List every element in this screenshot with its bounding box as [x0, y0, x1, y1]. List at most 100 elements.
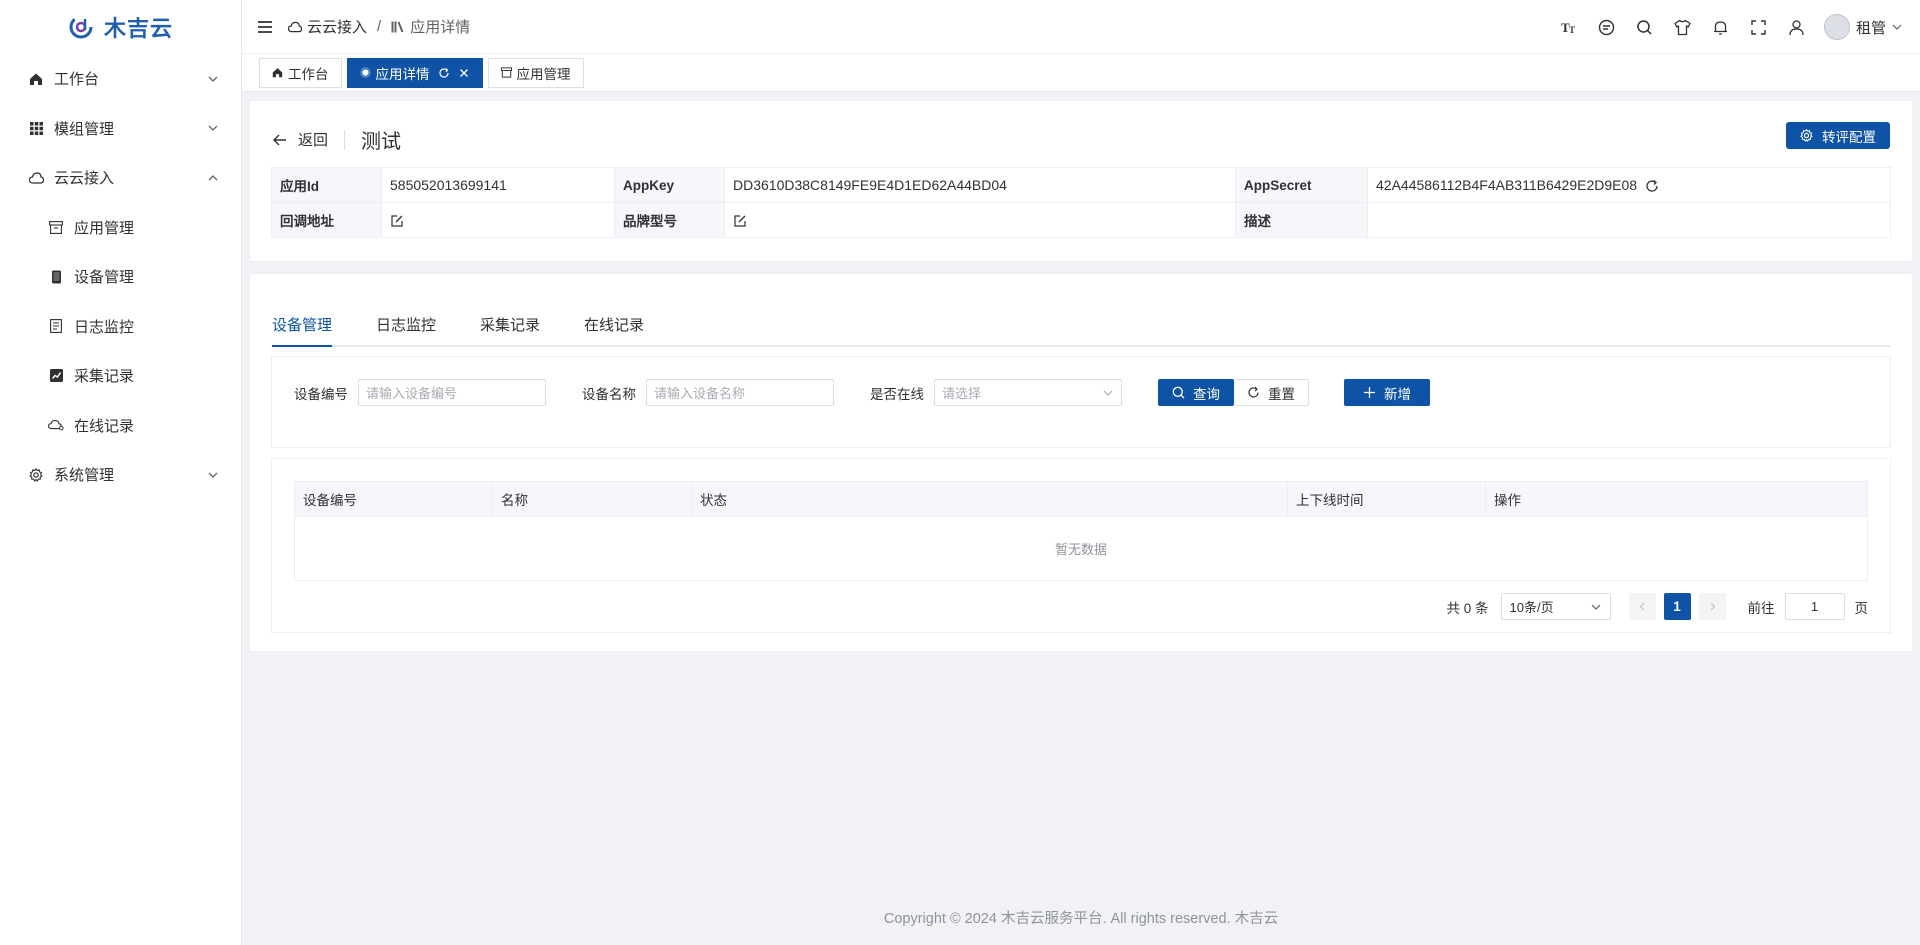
refresh-icon[interactable] [438, 67, 450, 79]
cloud-icon [28, 170, 44, 186]
sidebar-item-modules[interactable]: 模组管理 [0, 104, 241, 154]
chevron-down-icon [208, 76, 218, 82]
config-button[interactable]: 转评配置 [1786, 122, 1890, 149]
query-button[interactable]: 查询 [1158, 379, 1234, 406]
breadcrumb-item-cloud-access[interactable]: 云云接入 [307, 16, 367, 37]
logo[interactable]: 木吉云 [0, 0, 241, 54]
tag-workbench[interactable]: 工作台 [259, 57, 342, 88]
chevron-right-icon [1710, 602, 1715, 611]
add-device-button[interactable]: 新增 [1344, 379, 1430, 406]
page-size-select[interactable]: 10条/页 [1500, 593, 1611, 620]
table-row: 应用Id 585052013699141 AppKey DD3610D38C81… [271, 167, 1891, 203]
column-header[interactable]: 操作 [1485, 481, 1868, 517]
prev-page-button[interactable] [1628, 593, 1656, 620]
active-dot-icon [360, 67, 370, 78]
search-icon [1637, 19, 1653, 35]
app-detail-card: 返回 测试 转评配置 应用Id 585052013699141 AppKey D… [249, 100, 1913, 262]
sidebar-item-workbench[interactable]: 工作台 [0, 54, 241, 104]
column-header[interactable]: 上下线时间 [1287, 481, 1486, 517]
user-profile-button[interactable] [1778, 8, 1816, 46]
theme-shirt-icon [1674, 19, 1692, 35]
column-header[interactable]: 状态 [691, 481, 1288, 517]
edit-icon[interactable] [390, 214, 404, 228]
column-header[interactable]: 设备编号 [294, 481, 493, 517]
tag-label: 应用管理 [516, 66, 571, 82]
back-label: 返回 [298, 132, 329, 149]
edit-icon[interactable] [733, 214, 747, 228]
tab-device-management[interactable]: 设备管理 [272, 304, 333, 347]
sidebar-item-label: 模组管理 [54, 120, 115, 138]
sidebar-item-log-monitor[interactable]: 日志监控 [0, 302, 241, 352]
user-name: 租管 [1855, 19, 1886, 37]
breadcrumb-separator: / [377, 18, 382, 35]
device-no-input[interactable]: 请输入设备编号 [358, 379, 546, 406]
tab-online-records[interactable]: 在线记录 [584, 304, 644, 345]
chevron-down-icon [1591, 604, 1600, 610]
sidebar-item-system-management[interactable]: 系统管理 [0, 450, 241, 500]
user-menu[interactable]: 租管 [1823, 14, 1902, 40]
app-id-value: 585052013699141 [381, 167, 615, 203]
column-header[interactable]: 名称 [492, 481, 692, 517]
refresh-icon [1248, 386, 1259, 398]
cloud-online-icon [48, 417, 64, 433]
app-secret-cell: 42A44586112B4F4AB311B6429E2D9E08 [1367, 167, 1891, 203]
chevron-down-icon [208, 472, 218, 478]
home-icon [272, 68, 283, 78]
main-content: 返回 测试 转评配置 应用Id 585052013699141 AppKey D… [242, 92, 1920, 945]
reset-button[interactable]: 重置 [1234, 379, 1309, 406]
fullscreen-button[interactable] [1740, 8, 1778, 46]
online-status-select[interactable]: 请选择 [934, 379, 1122, 406]
sidebar-item-label: 日志监控 [74, 318, 135, 336]
close-icon[interactable] [458, 67, 470, 79]
notification-button[interactable] [1702, 8, 1740, 46]
page-header: 返回 测试 [272, 125, 401, 154]
tag-app-detail[interactable]: 应用详情 [346, 57, 483, 88]
device-name-input[interactable]: 请输入设备名称 [646, 379, 834, 406]
brand-model-cell [724, 202, 1236, 238]
pagination-total: 共 0 条 [1446, 600, 1489, 616]
grid-icon [28, 120, 44, 136]
menu-toggle-icon[interactable] [256, 18, 274, 36]
archive-icon [48, 219, 64, 235]
footer: Copyright © 2024 木吉云服务平台. All rights res… [883, 911, 1279, 927]
tab-log-monitor[interactable]: 日志监控 [376, 304, 436, 345]
device-table-panel: 设备编号 名称 状态 上下线时间 操作 暂无数据 共 0 条 10条/页 1 前… [271, 458, 1891, 633]
user-icon [1789, 19, 1805, 35]
tab-collection-records[interactable]: 采集记录 [480, 304, 540, 345]
refresh-icon[interactable] [1645, 179, 1659, 193]
device-icon [48, 269, 64, 285]
brand-model-label: 品牌型号 [614, 202, 725, 238]
chevron-down-icon [208, 125, 218, 132]
tag-app-management[interactable]: 应用管理 [487, 57, 584, 88]
sidebar-item-online-records[interactable]: 在线记录 [0, 401, 241, 451]
device-no-label: 设备编号 [294, 386, 348, 402]
chevron-down-icon [1892, 24, 1902, 30]
message-button[interactable] [1588, 8, 1626, 46]
sidebar-menu: 工作台 模组管理 云云接入 应用管理 设备管理 日志监控 采集记录 在线记录 系… [0, 54, 241, 500]
sidebar-item-label: 云云接入 [54, 170, 115, 188]
tags-view-bar: 工作台 应用详情 应用管理 [242, 54, 1920, 92]
filter-row: 设备编号 请输入设备编号 设备名称 请输入设备名称 是否在线 请选择 查询 重置 [294, 379, 1430, 406]
sidebar-item-cloud-access[interactable]: 云云接入 [0, 153, 241, 203]
search-button[interactable] [1626, 8, 1664, 46]
chevron-left-icon [1639, 602, 1644, 611]
brand-name: 木吉云 [103, 16, 173, 41]
next-page-button[interactable] [1698, 593, 1726, 620]
app-secret-value: 42A44586112B4F4AB311B6429E2D9E08 [1376, 176, 1638, 193]
sidebar-item-collection-records[interactable]: 采集记录 [0, 351, 241, 401]
tag-label: 工作台 [288, 66, 329, 82]
font-size-button[interactable]: TT [1550, 8, 1588, 46]
sidebar-item-device-management[interactable]: 设备管理 [0, 252, 241, 302]
arrow-left-icon [273, 134, 286, 145]
back-button[interactable]: 返回 [272, 129, 346, 150]
goto-page-input[interactable]: 1 [1784, 593, 1845, 620]
fullscreen-icon [1751, 19, 1767, 35]
plus-icon [1364, 387, 1375, 398]
sidebar-item-label: 系统管理 [54, 467, 115, 485]
top-header: 云云接入 / 应用详情 TT 租管 [242, 0, 1920, 54]
reset-button-label: 重置 [1268, 386, 1295, 402]
cloud-icon [288, 21, 302, 32]
theme-button[interactable] [1664, 8, 1702, 46]
sidebar-item-app-management[interactable]: 应用管理 [0, 203, 241, 253]
page-number-1[interactable]: 1 [1663, 593, 1691, 620]
